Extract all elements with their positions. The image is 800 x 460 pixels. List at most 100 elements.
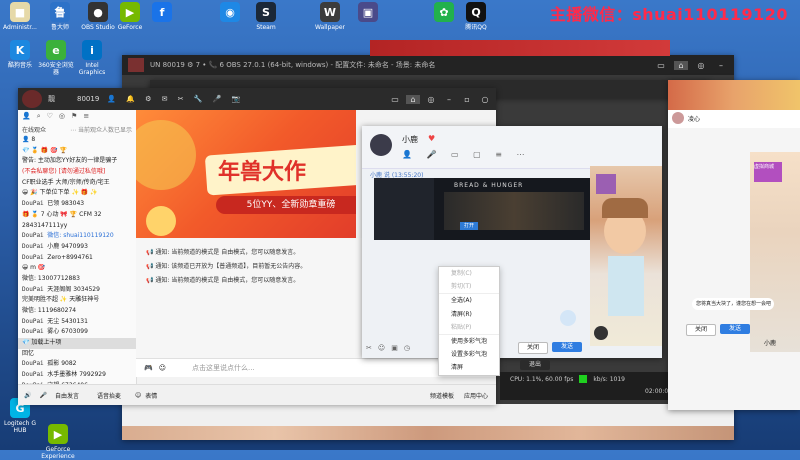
cam-icon[interactable]: ▭ xyxy=(654,61,668,70)
right-send-button[interactable]: 发送 xyxy=(720,324,750,334)
desktop-icon[interactable]: i Intel Graphics xyxy=(72,40,112,76)
desktop-icon[interactable]: ▶ GeForce Experience xyxy=(38,424,78,460)
desktop-icon[interactable]: W Wallpaper xyxy=(310,2,350,31)
desktop-icon[interactable]: 鲁鲁大师 xyxy=(40,2,80,31)
chat-row-text: 天涯阁阁 3034529 xyxy=(47,285,100,293)
chat-row[interactable]: 💎 🏅 🎁 🎯 🏆 xyxy=(18,146,136,157)
context-menu-item[interactable]: 粘贴(P) xyxy=(439,321,499,334)
speak-button[interactable]: 语音抬麦 xyxy=(97,391,121,400)
chat-row-text: 🎁 🏅 7 心动 🎀 🏆 CFM 32 xyxy=(22,210,102,218)
chat-tool-icons[interactable]: 👤 🎤 ▭ ▢ ≡ ⋯ xyxy=(402,150,530,159)
main-titlebar[interactable]: 靓 80019 👤 🔔 ⚙ ✉ ✂ 🔧 🎤 📷 ▭ ⌂ ◎ – ▫ ○ xyxy=(18,88,496,110)
smile-icon: ☺ xyxy=(377,344,386,352)
home-icon[interactable]: ⌂ xyxy=(406,94,420,104)
maximize-icon[interactable]: ▫ xyxy=(460,95,474,104)
context-menu-item[interactable]: 清屏(R) xyxy=(439,308,499,321)
context-menu-item[interactable]: 剪切(T) xyxy=(439,280,499,293)
game-icon[interactable]: ◎ xyxy=(694,61,708,70)
send-button[interactable]: 发送 xyxy=(552,342,582,352)
chat-row[interactable]: DouPai 天涯阁阁 3034529 xyxy=(18,285,136,296)
chat-row[interactable]: 🎁 🏅 7 心动 🎀 🏆 CFM 32 xyxy=(18,210,136,221)
desktop-icon[interactable]: e 360安全浏览器 xyxy=(36,40,76,76)
desktop-icon[interactable]: ◉ xyxy=(210,2,250,24)
camera-icon[interactable]: ▭ xyxy=(388,95,402,104)
desktop-icon[interactable]: ■ Administr... xyxy=(0,2,40,31)
app-icon: ◉ xyxy=(220,2,240,22)
gamepad-icon[interactable]: ◎ xyxy=(424,95,438,104)
screenshot-open-button: 打开 xyxy=(460,222,478,230)
app-center-button[interactable]: 应用中心 xyxy=(464,391,488,400)
chat-row[interactable]: 微信: 1119680274 xyxy=(18,306,136,317)
context-menu-item[interactable]: 全选(A) xyxy=(439,293,499,307)
app-icon: W xyxy=(320,2,340,22)
close-icon[interactable]: ○ xyxy=(478,95,492,104)
event-banner[interactable]: 年兽大作 5位YY、全新勋章重磅 xyxy=(136,110,356,238)
chat-row[interactable]: DouPai 水手墨雅林 7992929 xyxy=(18,370,136,381)
chat-row[interactable]: DouPai 微信: shuai110119120 xyxy=(18,231,136,242)
chat-row[interactable]: 💎 加载上十项 xyxy=(18,338,136,349)
chat-row[interactable]: (不会私聊您) [请勿通过私信哦] xyxy=(18,167,136,178)
chat-row[interactable]: 回忆 xyxy=(18,349,136,360)
desktop-icon[interactable]: Q 腾讯QQ xyxy=(456,2,496,31)
desktop-icon[interactable]: S Steam xyxy=(246,2,286,31)
chat-user-list[interactable]: 👤 8 💎 🏅 🎁 🎯 🏆 警告: 主动加您YY好友的一律是骗子 (不会私聊您) [请… xyxy=(18,135,136,402)
chat-input[interactable]: 点击这里说点什么... xyxy=(192,363,255,373)
small-avatar[interactable] xyxy=(594,326,608,340)
obs-status-bar: CPU: 1.1%, 60.00 fps kb/s: 1019 xyxy=(500,372,678,386)
context-menu[interactable]: 复制(C) 剪切(T) 全选(A) 清屏(R) 粘贴(P) 使用多彩气泡 设置多彩气泡 清屏 xyxy=(438,266,500,376)
chat-row[interactable]: DouPai 无尘 5430131 xyxy=(18,317,136,328)
back-window-titlebar[interactable]: UN 80019 ⚙ 7 • 📞 6 OBS 27.0.1 (64-bit, w… xyxy=(122,55,734,75)
chat-row[interactable]: 2843147111yy xyxy=(18,221,136,232)
close-button[interactable]: 关闭 xyxy=(518,342,548,354)
chat-row[interactable]: 完美明胜不超 ✨ 天雕狂神号 xyxy=(18,295,136,306)
titlebar-tool-icons[interactable]: 👤 🔔 ⚙ ✉ ✂ 🔧 🎤 📷 xyxy=(107,95,244,103)
chat-row[interactable]: DouPai Zero+8994761 xyxy=(18,253,136,264)
screenshot-game-title: BREAD & HUNGER xyxy=(454,182,524,189)
chat-row-text: 👤 8 xyxy=(22,136,36,143)
channel-avatar[interactable] xyxy=(22,90,42,108)
mic-bubble-icon[interactable] xyxy=(560,310,576,326)
emoji-icon[interactable]: ☺ xyxy=(159,364,166,372)
chat-row[interactable]: DouPai 小鹿 9470993 xyxy=(18,242,136,253)
minimize-icon[interactable]: – xyxy=(714,61,728,70)
chat-row-text: 雾心 6703099 xyxy=(47,328,88,336)
minimize-icon[interactable]: – xyxy=(442,95,456,104)
right-small-user: 小鹿 xyxy=(764,340,777,347)
app-icon: Q xyxy=(466,2,486,22)
heart-icon: ♥ xyxy=(428,134,436,143)
chat-row[interactable]: CF职业选手 大师/宗师/传奇/宅王 xyxy=(18,178,136,189)
voice-icon[interactable]: 🔊 xyxy=(24,392,31,399)
chat-row[interactable]: 😀 🎉 下单位下单 ✨ 🎁 ✨ xyxy=(18,188,136,199)
home-icon[interactable]: ⌂ xyxy=(674,60,688,70)
chat-row-text: CF职业选手 大师/宗师/传奇/宅王 xyxy=(22,178,110,186)
obs-time-bar: 02:00:07 xyxy=(500,386,678,400)
right-user-avatar[interactable] xyxy=(672,112,684,124)
mic-icon[interactable]: 🎤 xyxy=(39,392,46,399)
free-speak-button[interactable]: 自由发言 xyxy=(55,391,79,400)
desktop-icon[interactable]: K 酷狗音乐 xyxy=(0,40,40,69)
chat-row[interactable]: DouPai 雾心 6703099 xyxy=(18,327,136,338)
chat-row[interactable]: 微信: 13007712883 xyxy=(18,274,136,285)
smile-icon[interactable]: ☺ xyxy=(135,392,141,399)
private-chat-window[interactable]: 小鹿 ♥ 👤 🎤 ▭ ▢ ≡ ⋯ 小鹿 说 (13:55:20) BREAD &… xyxy=(362,126,662,376)
contact-avatar[interactable] xyxy=(370,134,392,156)
shared-screenshot[interactable]: BREAD & HUNGER 打开 xyxy=(374,178,592,240)
chat-row[interactable]: 警告: 主动加您YY好友的一律是骗子 xyxy=(18,156,136,167)
exit-button[interactable]: 退出 xyxy=(520,360,550,370)
gamepad-icon[interactable]: 🎮 xyxy=(144,364,153,372)
context-menu-item[interactable]: 复制(C) xyxy=(439,267,499,280)
chat-row[interactable]: DouPai 孤影 9082 xyxy=(18,359,136,370)
chat-row[interactable]: 👤 8 xyxy=(18,135,136,146)
desktop-icon[interactable]: ▣ xyxy=(348,2,388,24)
chat-row-name: DouPai xyxy=(22,200,48,208)
right-close-button[interactable]: 关闭 xyxy=(686,324,716,336)
context-menu-item[interactable]: 清屏 xyxy=(439,361,499,374)
desktop-icon[interactable]: f xyxy=(142,2,182,24)
right-chat-window[interactable]: 凌心 虚拟商城 您将真当大块了，谨您在想一会吧 关闭 发送 小鹿 xyxy=(668,80,800,410)
audience-tabs[interactable]: 👤 ⌕ ♡ ◎ ⚑ ≡ xyxy=(18,110,136,124)
expression-button[interactable]: 表情 xyxy=(145,391,157,400)
chat-row[interactable]: 😀 m 🎯 xyxy=(18,263,136,274)
app-icon: S xyxy=(256,2,276,22)
chat-row[interactable]: DouPai 已领 983043 xyxy=(18,199,136,210)
template-button[interactable]: 频道模板 xyxy=(430,391,454,400)
